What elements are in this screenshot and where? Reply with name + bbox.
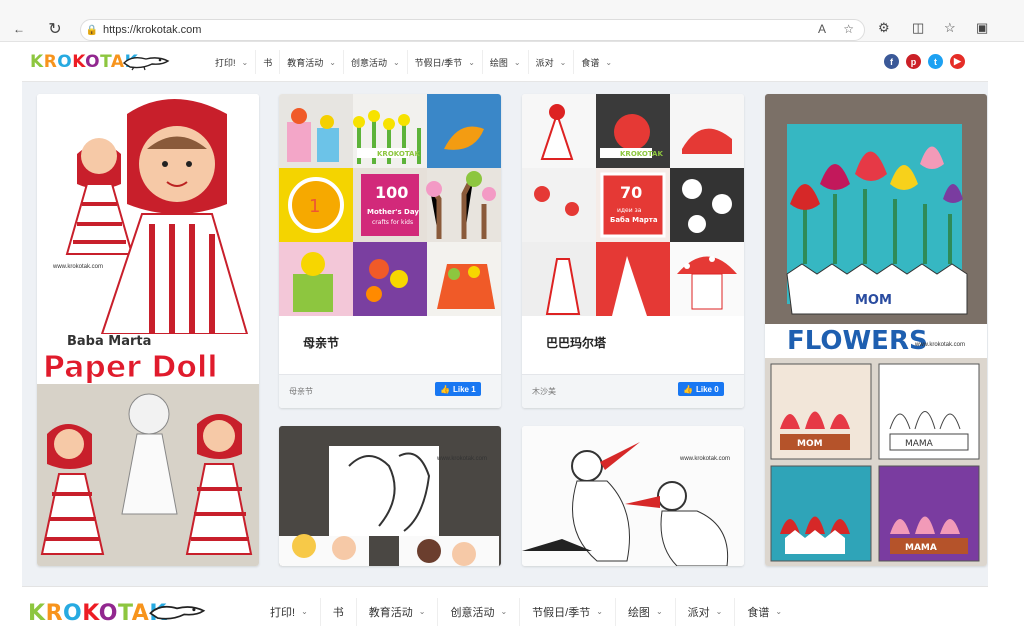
menu-item-creative[interactable]: 创意活动 ⌄	[438, 597, 521, 626]
chevron-down-icon: ⌄	[241, 57, 249, 67]
card-title[interactable]: 母亲节	[303, 334, 339, 351]
main-menu: 打印! ⌄ 书 教育活动 ⌄ 创意活动 ⌄ 节假日/季节 ⌄ 绘图 ⌄ 派对 ⌄ 食谱 ⌄	[208, 42, 619, 82]
like-button[interactable]: 👍 Like 0	[678, 382, 724, 396]
card-baba-marta[interactable]: 70 идеи за Баба Марта KROKOTAK 巴巴玛尔塔 木沙美…	[522, 94, 744, 408]
card-footer: 木沙美 👍 Like 0	[522, 374, 744, 408]
chevron-down-icon: ⌄	[468, 57, 475, 67]
lock-icon: 🔒	[85, 24, 99, 36]
chevron-down-icon: ⌄	[329, 57, 336, 67]
url-text[interactable]: https://krokotak.com	[103, 24, 201, 36]
tile-line1: идеи за	[617, 207, 642, 214]
doll-title: Paper Doll	[43, 350, 219, 386]
refresh-icon[interactable]: ↻	[44, 18, 66, 40]
tile-line2: crafts for kids	[372, 219, 413, 226]
baba-marta-collage: 70 идеи за Баба Марта KROKOTAK	[522, 94, 744, 316]
menu-item-party[interactable]: 派对 ⌄	[529, 50, 575, 74]
read-aloud-icon[interactable]: A	[818, 22, 826, 36]
chevron-down-icon: ⌄	[500, 607, 508, 616]
menu-item-books[interactable]: 书	[321, 597, 357, 626]
chevron-down-icon: ⌄	[596, 607, 603, 616]
favorite-icon[interactable]: ☆	[843, 22, 854, 36]
menu-item-recipes[interactable]: 食谱 ⌄	[574, 50, 619, 74]
menu-item-recipes[interactable]: 食谱 ⌄	[735, 598, 794, 626]
card-title[interactable]: 巴巴玛尔塔	[546, 334, 606, 351]
browser-toolbar: ← ↻ 🔒 https://krokotak.com A ☆ ⚙ ◫ ☆ ▣	[0, 0, 1024, 42]
card-tag[interactable]: 母亲节	[289, 386, 313, 397]
flowers-mom-label: MOM	[855, 293, 892, 308]
menu-item-holidays[interactable]: 节假日/季节 ⌄	[408, 50, 483, 74]
page-content: KROKOTAK 打印!⌄ 书 教育活动⌄ 创意活动⌄ 节假日/季节⌄ 绘图⌄ …	[22, 42, 988, 635]
menu-item-books[interactable]: 书	[256, 50, 281, 74]
storks-watermark: www.krokotak.com	[680, 456, 731, 462]
card-paper-doll[interactable]: Baba Marta Paper Doll www.krokotak.com	[37, 94, 259, 566]
menu-item-drawing[interactable]: 绘图 ⌄	[616, 597, 676, 626]
card-mothers-day[interactable]: 1 100 Mother's Day crafts for kids KROKO…	[279, 94, 501, 408]
flowers-mama-label-2: MAMA	[905, 543, 937, 553]
mothers-day-collage: 1 100 Mother's Day crafts for kids KROKO…	[279, 94, 501, 316]
storks-illustration	[522, 426, 744, 566]
menu-item-print[interactable]: 打印! ⌄	[208, 50, 257, 74]
tile-number: 100	[375, 183, 408, 202]
baba-marta-collage-image: 70 идеи за Баба Марта KROKOTAK	[522, 94, 744, 316]
thumbs-up-icon: 👍	[683, 384, 693, 394]
chevron-down-icon: ⌄	[715, 607, 723, 616]
svg-text:KROKOTAK: KROKOTAK	[620, 150, 663, 158]
doll-subtitle: Baba Marta	[67, 334, 152, 349]
collections-icon[interactable]: ▣	[976, 20, 988, 36]
menu-item-print[interactable]: 打印! ⌄	[258, 597, 321, 626]
back-icon[interactable]: ←	[8, 18, 30, 40]
svg-text:KROKOTAK: KROKOTAK	[377, 150, 420, 158]
flowers-watermark: www.krokotak.com	[915, 342, 966, 348]
like-button[interactable]: 👍 Like 1	[435, 382, 481, 396]
hug-illustration	[279, 426, 501, 566]
card-hug[interactable]: www.krokotak.com	[279, 426, 501, 566]
card-flowers[interactable]: MOM MOM MAMA MAMA FLOWERS www.krokotak.c…	[765, 94, 987, 566]
card-tag[interactable]: 木沙美	[532, 386, 556, 397]
card-storks[interactable]: www.krokotak.com	[522, 426, 744, 566]
chevron-down-icon: ⌄	[559, 57, 567, 67]
flowers-mom-label-2: MOM	[797, 439, 823, 449]
favorites-icon[interactable]: ☆	[944, 20, 956, 36]
chevron-down-icon: ⌄	[655, 607, 663, 616]
menu-item-party[interactable]: 派对 ⌄	[676, 597, 736, 626]
card-footer: 母亲节 👍 Like 1	[279, 374, 501, 408]
footer-nav: KROKOTAK 打印!⌄ 书 教育活动⌄ 创意活动⌄ 节假日/季节⌄ 绘图⌄ …	[22, 586, 988, 635]
hug-watermark: www.krokotak.com	[437, 456, 488, 462]
flowers-mama-label: MAMA	[905, 439, 934, 449]
thumbs-up-icon: 👍	[440, 384, 450, 394]
site-header: KROKOTAK 打印!⌄ 书 教育活动⌄ 创意活动⌄ 节假日/季节⌄ 绘图⌄ …	[22, 42, 988, 82]
tile-number: 70	[620, 183, 642, 202]
chevron-down-icon: ⌄	[392, 57, 400, 67]
twitter-icon[interactable]: t	[928, 54, 943, 69]
paper-doll-illustration	[37, 94, 259, 566]
tile-line1: Mother's Day	[367, 208, 419, 216]
chevron-down-icon: ⌄	[418, 607, 426, 616]
crocodile-logo-icon	[122, 56, 170, 71]
doll-watermark: www.krokotak.com	[53, 264, 104, 270]
flowers-heading: FLOWERS	[787, 326, 928, 356]
paper-doll-image	[37, 94, 259, 566]
chevron-down-icon: ⌄	[513, 57, 521, 67]
menu-item-holidays[interactable]: 节假日/季节 ⌄	[520, 597, 616, 626]
chevron-down-icon: ⌄	[605, 57, 613, 67]
menu-item-drawing[interactable]: 绘图 ⌄	[483, 50, 529, 74]
menu-item-education[interactable]: 教育活动 ⌄	[280, 50, 344, 74]
split-screen-icon[interactable]: ◫	[912, 20, 924, 36]
pinterest-icon[interactable]: p	[906, 54, 921, 69]
footer-logo[interactable]: KROKOTAK	[28, 601, 167, 626]
tile-line2: Баба Марта	[610, 216, 658, 224]
footer-menu: 打印! ⌄ 书 教育活动 ⌄ 创意活动 ⌄ 节假日/季节 ⌄ 绘图 ⌄ 派对 ⌄ 食谱 ⌄	[258, 587, 794, 635]
youtube-icon[interactable]: ▶	[950, 54, 965, 69]
mothers-day-collage-image: 1 100 Mother's Day crafts for kids KROKO…	[279, 94, 501, 316]
chevron-down-icon: ⌄	[301, 607, 308, 616]
address-bar[interactable]: 🔒 https://krokotak.com A ☆	[80, 19, 865, 41]
svg-text:1: 1	[309, 196, 320, 217]
crocodile-logo-icon	[149, 605, 206, 620]
chevron-down-icon: ⌄	[775, 607, 783, 616]
extensions-icon[interactable]: ⚙	[878, 20, 890, 36]
facebook-icon[interactable]: f	[884, 54, 899, 69]
menu-item-creative[interactable]: 创意活动 ⌄	[344, 50, 408, 74]
menu-item-education[interactable]: 教育活动 ⌄	[357, 597, 439, 626]
